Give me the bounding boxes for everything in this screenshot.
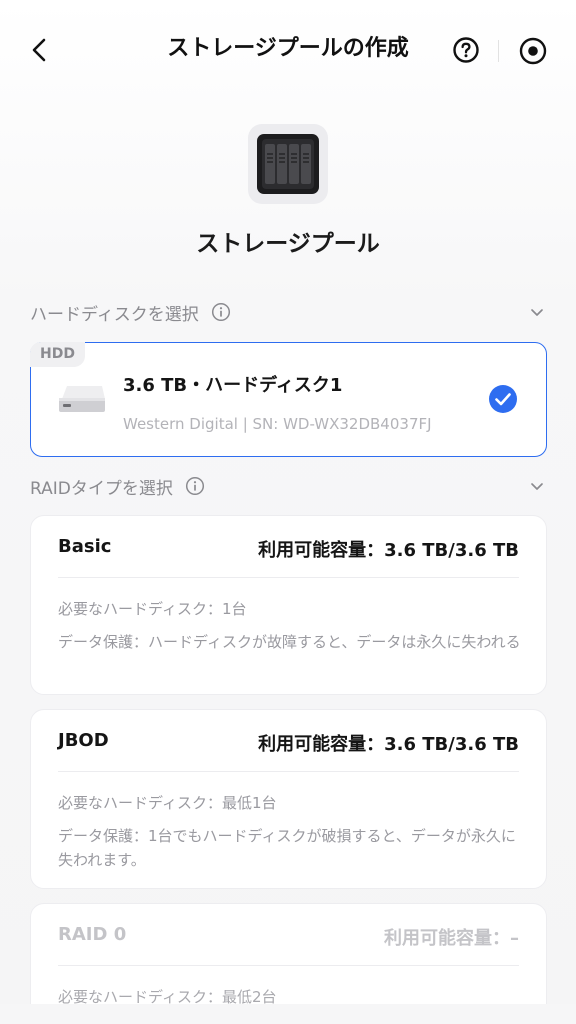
bottom-bar — [0, 1004, 576, 1024]
nas-enclosure-icon — [248, 124, 328, 204]
disk-section-heading[interactable]: ハードディスクを選択 — [30, 297, 546, 327]
disk-subtitle: Western Digital | SN: WD-WX32DB4037FJ — [123, 415, 432, 433]
page-title: ストレージプールの作成 — [167, 36, 409, 61]
disk-section-label: ハードディスクを選択 — [30, 304, 199, 325]
info-icon[interactable] — [211, 302, 231, 322]
raid-option-name: JBOD — [58, 730, 109, 751]
help-circle-icon — [453, 37, 479, 63]
target-button[interactable] — [518, 36, 548, 66]
raid-option-protection: データ保護：ハードディスクが故障すると、データは永久に失われる — [58, 633, 521, 651]
help-button[interactable] — [452, 36, 480, 64]
hard-disk-icon — [59, 386, 105, 412]
raid-option-header: JBOD 利用可能容量：3.6 TB/3.6 TB — [58, 730, 519, 755]
chevron-down-icon[interactable] — [528, 477, 546, 495]
header: ストレージプールの作成 — [0, 0, 576, 100]
raid-option-header: RAID 0 利用可能容量：– — [58, 924, 519, 949]
raid-option-capacity: 利用可能容量：3.6 TB/3.6 TB — [258, 540, 519, 561]
chevron-down-icon[interactable] — [528, 303, 546, 321]
divider — [58, 771, 519, 772]
divider — [58, 965, 519, 966]
raid-option-requirement: 必要なハードディスク：1台 — [58, 600, 247, 618]
raid-option-name: RAID 0 — [58, 924, 127, 945]
disk-title: 3.6 TB・ハードディスク1 — [123, 375, 343, 396]
divider — [58, 577, 519, 578]
raid-section-heading[interactable]: RAIDタイプを選択 — [30, 471, 546, 501]
disk-card[interactable]: HDD 3.6 TB・ハードディスク1 Western Digital | SN… — [30, 342, 547, 457]
raid-option-requirement: 必要なハードディスク：最低1台 — [58, 794, 277, 812]
raid-option-basic[interactable]: Basic 利用可能容量：3.6 TB/3.6 TB 必要なハードディスク：1台… — [30, 515, 547, 695]
raid-option-name: Basic — [58, 536, 112, 557]
raid-option-capacity: 利用可能容量：3.6 TB/3.6 TB — [258, 734, 519, 755]
raid-option-jbod[interactable]: JBOD 利用可能容量：3.6 TB/3.6 TB 必要なハードディスク：最低1… — [30, 709, 547, 889]
header-divider — [498, 40, 499, 62]
raid-option-header: Basic 利用可能容量：3.6 TB/3.6 TB — [58, 536, 519, 561]
pool-label: ストレージプール — [196, 231, 380, 257]
raid-section-label: RAIDタイプを選択 — [30, 478, 173, 499]
target-icon — [519, 37, 547, 65]
raid-option-capacity: 利用可能容量：– — [384, 928, 519, 949]
check-circle-icon[interactable] — [488, 384, 518, 414]
raid-option-protection: データ保護：1台でもハードディスクが破損すると、データが永久に失われます。 — [58, 827, 516, 869]
info-icon[interactable] — [185, 476, 205, 496]
hdd-tag: HDD — [30, 342, 85, 367]
create-storage-pool-screen: ストレージプールの作成 ストレージプール ハードディスクを選択 HDD 3.6 … — [0, 0, 576, 1024]
